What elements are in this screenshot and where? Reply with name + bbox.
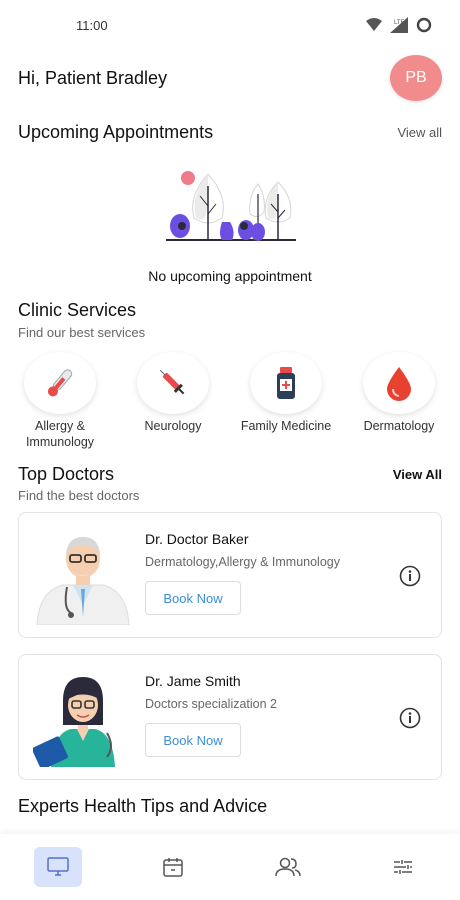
doctors-subtitle: Find the best doctors (18, 488, 140, 503)
info-icon[interactable] (399, 707, 421, 729)
service-icon-wrap (24, 352, 96, 414)
doctor-card[interactable]: Dr. Doctor Baker Dermatology,Allergy & I… (18, 512, 442, 638)
syringe-icon (159, 369, 185, 395)
bottom-nav (0, 834, 460, 900)
doctors-header: Top Doctors View All (18, 464, 442, 485)
greeting-row: Hi, Patient Bradley PB (18, 55, 442, 101)
wifi-icon (366, 18, 382, 31)
nav-settings[interactable] (379, 847, 427, 887)
info-icon[interactable] (399, 565, 421, 587)
status-bar: 11:00 LTE (0, 0, 460, 50)
nav-doctors[interactable] (264, 847, 312, 887)
service-dermatology[interactable]: Dermatology (349, 352, 449, 434)
doctors-view-all-link[interactable]: View All (393, 467, 442, 482)
calendar-icon (162, 858, 183, 877)
services-list: Allergy & Immunology Neurology Family Me… (0, 352, 460, 452)
blood-drop-icon (387, 367, 411, 401)
service-label: Family Medicine (240, 419, 332, 433)
empty-appointments-illustration (166, 171, 296, 241)
monitor-icon (46, 857, 69, 876)
medicine-bottle-icon (277, 367, 295, 399)
battery-circle-icon (416, 17, 432, 33)
doctors-title: Top Doctors (18, 464, 115, 484)
service-family-medicine[interactable]: Family Medicine (236, 352, 336, 434)
status-icons: LTE (366, 17, 432, 33)
empty-appointments-text: No upcoming appointment (148, 268, 312, 284)
service-label: Neurology (144, 419, 202, 433)
doctor-name: Dr. Jame Smith (145, 673, 241, 689)
appointments-view-all-link[interactable]: View all (397, 125, 442, 140)
doctor-specialization: Doctors specialization 2 (145, 697, 278, 711)
services-header: Clinic Services (18, 300, 442, 321)
doctor-avatar-illustration (36, 537, 130, 625)
service-icon-wrap (250, 352, 322, 414)
services-subtitle: Find our best services (18, 325, 146, 340)
settings-sliders-icon (393, 860, 412, 874)
doctor-name: Dr. Doctor Baker (145, 531, 249, 547)
services-title: Clinic Services (18, 300, 137, 320)
appointments-title: Upcoming Appointments (18, 122, 214, 142)
service-allergy-immunology[interactable]: Allergy & Immunology (10, 352, 110, 450)
tips-title: Experts Health Tips and Advice (18, 796, 268, 816)
avatar[interactable]: PB (390, 55, 442, 101)
service-icon-wrap (363, 352, 435, 414)
book-now-button[interactable]: Book Now (145, 581, 241, 615)
nav-home[interactable] (33, 847, 82, 887)
doctor-specialization: Dermatology,Allergy & Immunology (145, 555, 340, 569)
thermometer-icon (47, 369, 73, 397)
greeting-text: Hi, Patient Bradley (18, 67, 168, 88)
network-label: LTE (394, 20, 405, 26)
service-label: Dermatology (363, 419, 435, 433)
users-icon (274, 857, 301, 877)
cellular-icon: LTE (390, 17, 408, 33)
doctor-card[interactable]: Dr. Jame Smith Doctors specialization 2 … (18, 654, 442, 780)
appointments-header: Upcoming Appointments View all (18, 122, 442, 143)
book-now-button[interactable]: Book Now (145, 723, 241, 757)
status-time: 11:00 (76, 17, 108, 33)
service-label: Allergy & Immunology (25, 419, 95, 449)
nav-appointments[interactable] (149, 847, 197, 887)
doctor-avatar-illustration (33, 677, 115, 767)
service-icon-wrap (137, 352, 209, 414)
service-neurology[interactable]: Neurology (123, 352, 223, 434)
